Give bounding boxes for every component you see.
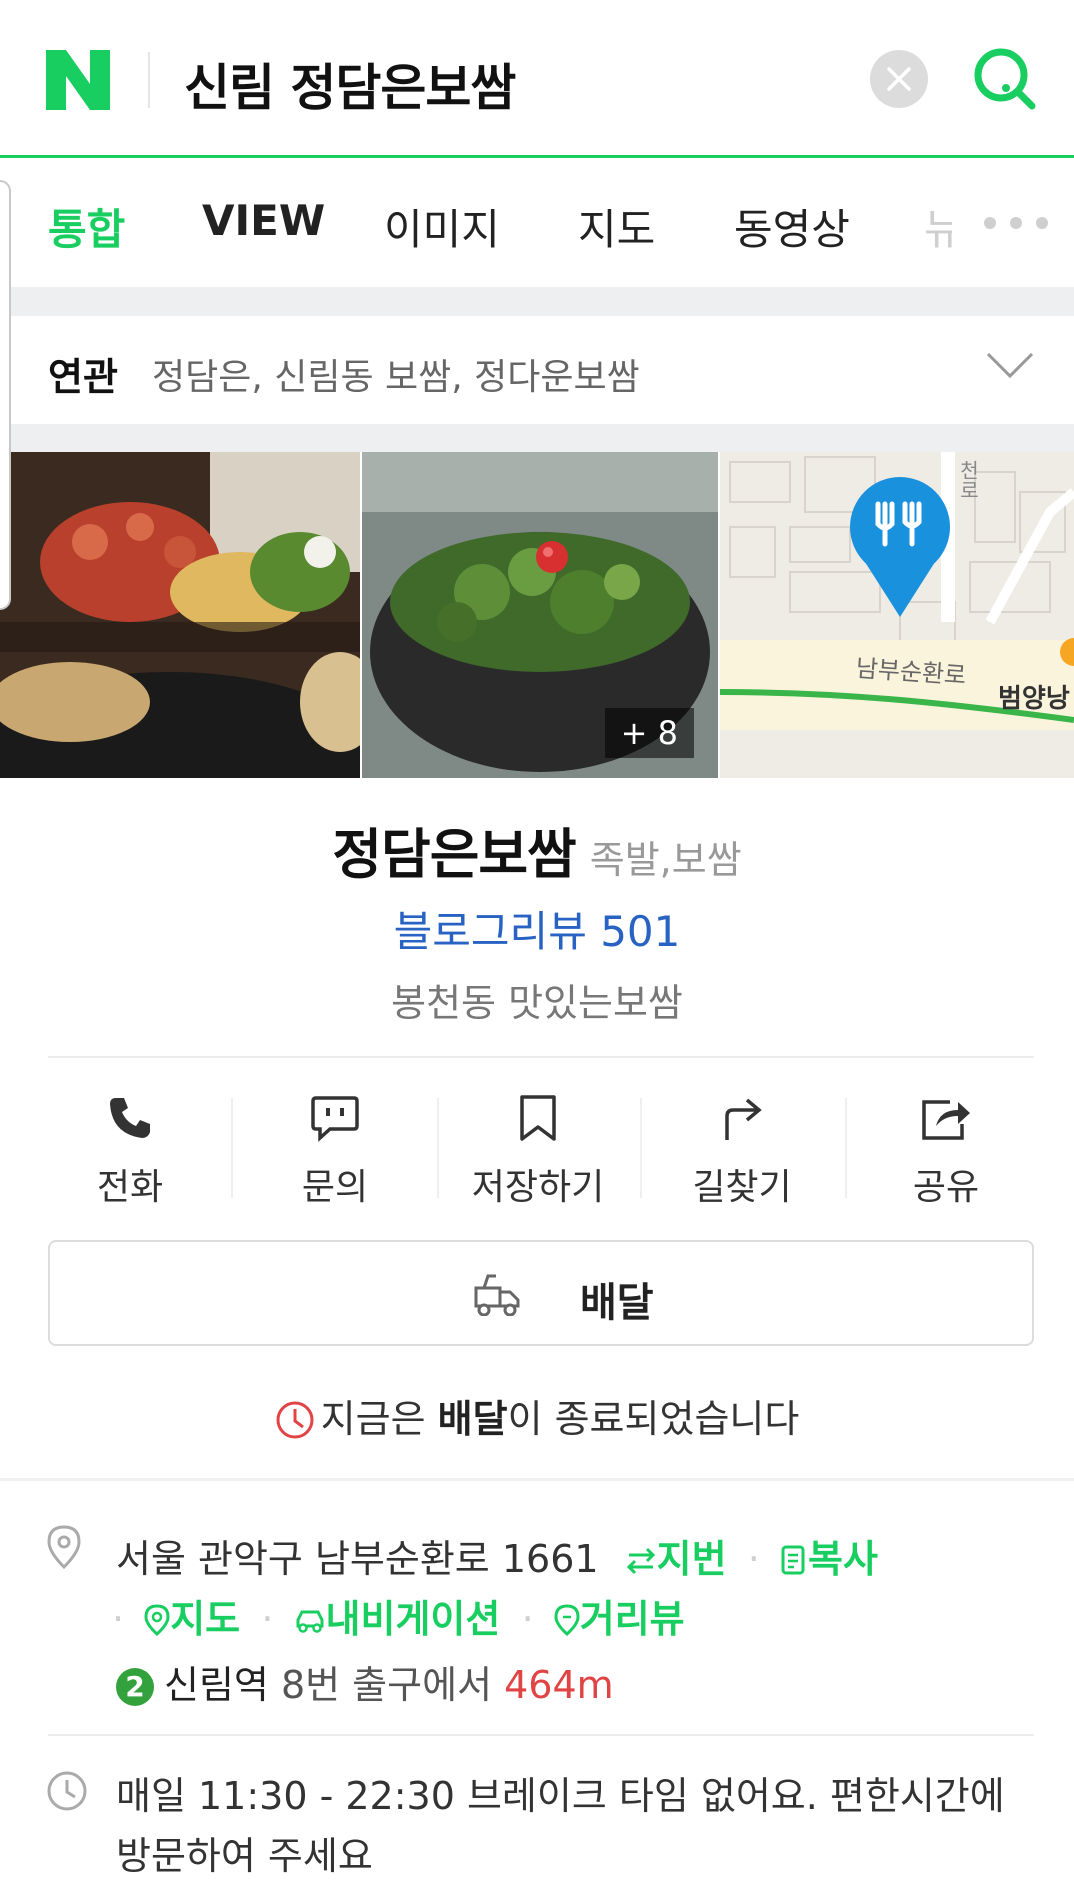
chat-icon	[311, 1096, 359, 1142]
tab-all[interactable]: 통합	[48, 196, 125, 257]
tab-map[interactable]: 지도	[578, 196, 655, 257]
divider	[48, 1734, 1034, 1736]
place-slogan: 봉천동 맛있는보쌈	[391, 981, 683, 1025]
search-tabs: 통합 VIEW 이미지 지도 동영상 뉴	[0, 161, 1074, 287]
logo-divider	[148, 52, 150, 108]
lot-number-button[interactable]: 지번	[625, 1537, 740, 1581]
related-label: 연관	[48, 355, 118, 399]
delivery-status-bold: 배달	[437, 1397, 508, 1441]
location-pin-icon	[47, 1525, 81, 1570]
food-photo-octopus[interactable]	[0, 452, 360, 778]
dot-separator: ·	[112, 1597, 125, 1641]
map-link[interactable]: 지도	[144, 1597, 253, 1641]
dot-separator: ·	[747, 1537, 760, 1581]
search-input[interactable]: 신림 정담은보쌈	[184, 48, 516, 120]
dot-separator: ·	[521, 1597, 534, 1641]
save-button[interactable]: 저장하기	[438, 1078, 638, 1218]
subway-info: 2 신림역 8번 출구에서 464m	[116, 1654, 614, 1709]
tab-view[interactable]: VIEW	[202, 196, 325, 245]
delivery-truck-icon	[474, 1274, 520, 1316]
subway-station: 신림역	[164, 1663, 269, 1707]
place-category: 족발,보쌈	[589, 838, 742, 882]
inquiry-button[interactable]: 문의	[235, 1078, 435, 1218]
action-bar: 전화 문의 저장하기 길찾기 공유	[30, 1078, 1044, 1218]
map-thumbnail[interactable]: 남부순환로 범양낭 천로	[720, 452, 1074, 778]
search-header: 신림 정담은보쌈	[0, 0, 1074, 158]
dot-separator: ·	[261, 1597, 274, 1641]
delivery-status: 지금은 배달이 종료되었습니다	[0, 1388, 1074, 1443]
place-name: 정담은보쌈	[332, 823, 576, 886]
navigation-label: 내비게이션	[325, 1597, 501, 1641]
copy-label: 복사	[807, 1537, 878, 1581]
search-icon	[974, 48, 1036, 110]
share-icon	[922, 1100, 970, 1140]
street-view-icon	[554, 1604, 580, 1637]
subway-exit: 8번 출구에서	[268, 1663, 505, 1707]
section-divider	[0, 1478, 1074, 1481]
section-gap	[0, 287, 1074, 316]
address-row: 서울 관악구 남부순환로 1661 지번 · 복사	[116, 1528, 878, 1583]
tab-news[interactable]: 뉴	[924, 196, 952, 257]
more-tabs-icon[interactable]	[982, 217, 1052, 231]
clear-search-button[interactable]	[870, 50, 928, 108]
address-text: 서울 관악구 남부순환로 1661	[116, 1537, 599, 1581]
hours-clock-icon	[47, 1771, 87, 1811]
map-place-label: 범양낭	[998, 684, 1070, 714]
food-photo-salad[interactable]: + 8	[362, 452, 718, 778]
address-links-row: · 지도 · 내비게이션 · 거리뷰	[112, 1588, 685, 1643]
action-separator	[231, 1098, 233, 1198]
photo-strip: + 8 남부순환로 범양낭 천로	[0, 452, 1074, 778]
car-icon	[296, 1610, 324, 1633]
divider	[48, 1056, 1034, 1058]
delivery-label: 배달	[580, 1280, 654, 1326]
directions-icon	[725, 1098, 762, 1140]
business-hours: 매일 11:30 - 22:30 브레이크 타임 없어요. 편한시간에 방문하여…	[116, 1774, 1005, 1878]
subway-line-badge: 2	[116, 1668, 154, 1706]
delivery-status-suffix: 이 종료되었습니다	[507, 1397, 800, 1441]
side-panel-edge[interactable]	[0, 180, 11, 610]
navigation-link[interactable]: 내비게이션	[294, 1597, 514, 1641]
copy-icon	[781, 1545, 805, 1575]
delivery-status-prefix: 지금은	[320, 1397, 438, 1441]
naver-logo-icon[interactable]	[46, 50, 110, 110]
map-street-label: 천로	[956, 460, 980, 500]
close-icon	[887, 67, 911, 91]
delivery-button[interactable]: 배달	[48, 1240, 1034, 1346]
phone-icon	[110, 1098, 150, 1138]
search-button[interactable]	[970, 44, 1040, 114]
chevron-down-icon[interactable]	[986, 352, 1034, 380]
directions-label: 길찾기	[692, 1167, 792, 1208]
blog-review-link[interactable]: 블로그리뷰 501	[0, 898, 1074, 959]
inquiry-label: 문의	[301, 1167, 369, 1208]
swap-arrows-icon	[626, 1547, 655, 1575]
street-view-link[interactable]: 거리뷰	[554, 1597, 685, 1641]
map-pin-icon	[144, 1604, 170, 1637]
photo-more-count[interactable]: + 8	[604, 708, 694, 758]
copy-address-button[interactable]: 복사	[780, 1537, 878, 1581]
call-label: 전화	[96, 1167, 164, 1208]
share-label: 공유	[912, 1167, 980, 1208]
related-terms[interactable]: 정담은, 신림동 보쌈, 정다운보쌈	[152, 348, 640, 400]
subway-distance: 464m	[504, 1663, 614, 1707]
tab-video[interactable]: 동영상	[734, 196, 850, 257]
tab-images[interactable]: 이미지	[384, 196, 500, 257]
save-label: 저장하기	[471, 1167, 605, 1208]
related-searches[interactable]: 연관 정담은, 신림동 보쌈, 정다운보쌈	[0, 316, 1074, 424]
section-gap	[0, 424, 1074, 452]
directions-button[interactable]: 길찾기	[642, 1078, 842, 1218]
share-button[interactable]: 공유	[846, 1078, 1046, 1218]
call-button[interactable]: 전화	[30, 1078, 230, 1218]
place-title: 정담은보쌈 족발,보쌈	[0, 810, 1074, 889]
lot-number-label: 지번	[656, 1537, 727, 1581]
bookmark-icon	[520, 1095, 556, 1141]
street-view-label: 거리뷰	[579, 1597, 685, 1641]
map-link-label: 지도	[170, 1597, 241, 1641]
clock-icon	[276, 1401, 314, 1439]
